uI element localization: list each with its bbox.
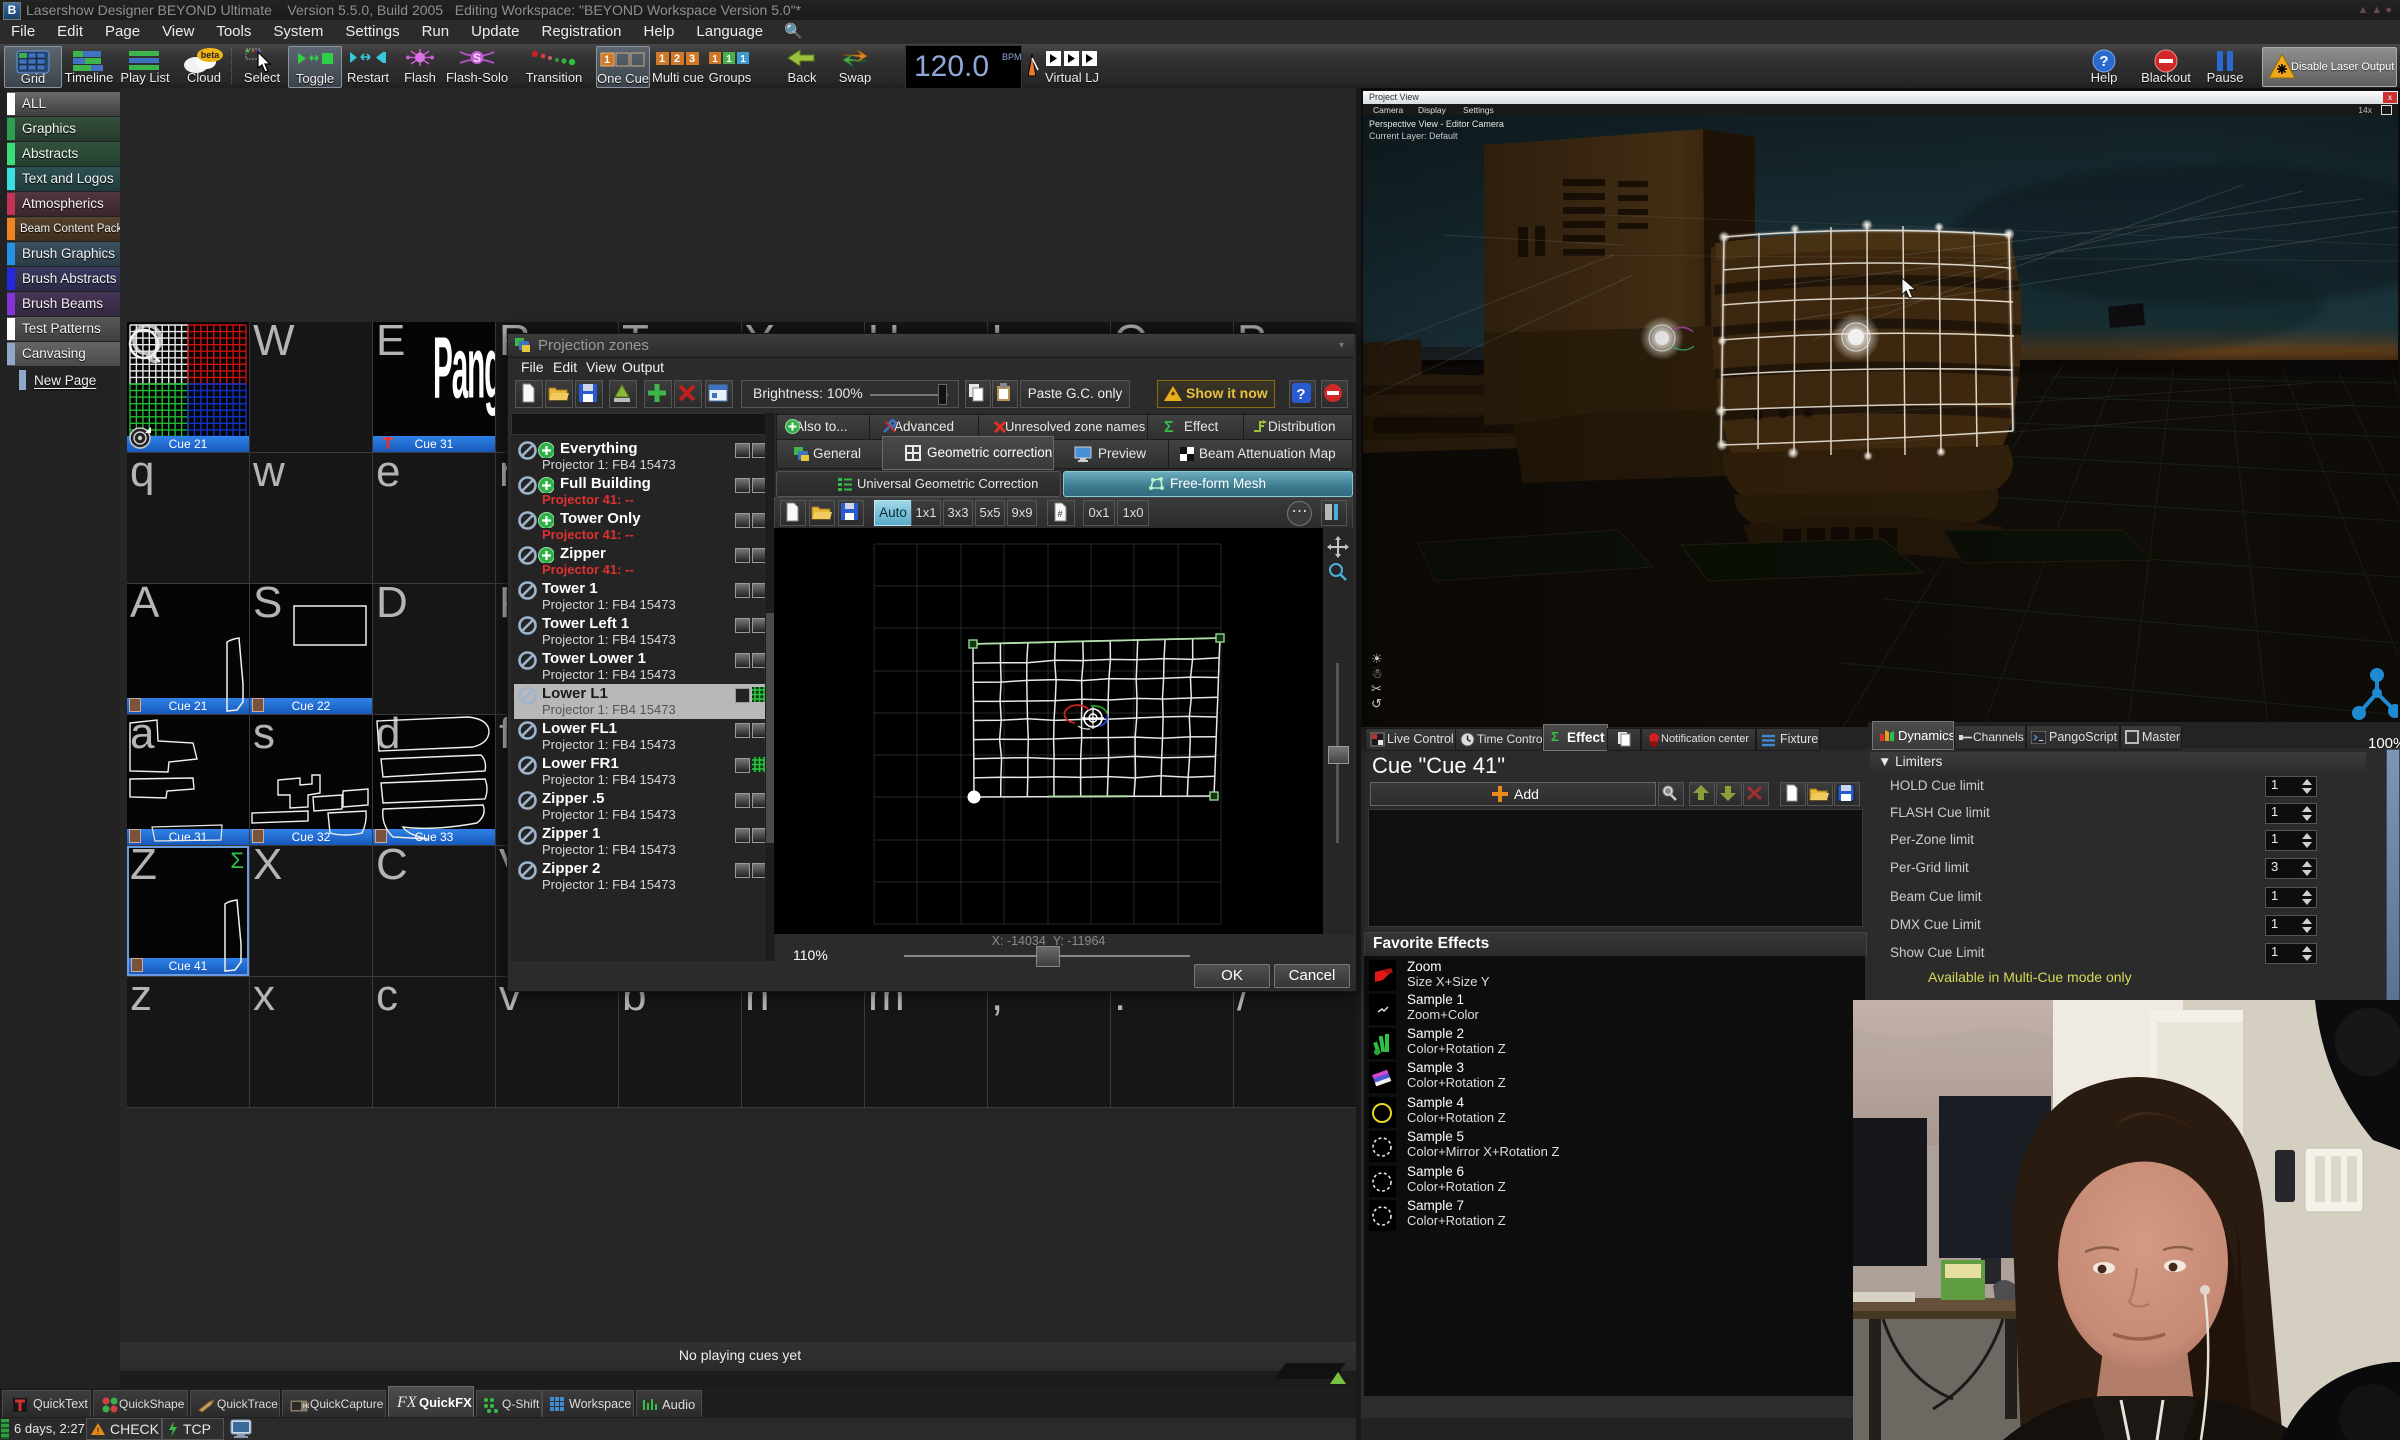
svg-text:FX: FX [396,1394,417,1410]
svg-text:2: 2 [674,53,680,65]
svg-text:1: 1 [604,54,610,66]
svg-text:3: 3 [689,53,695,65]
svg-text:1: 1 [726,54,732,65]
svg-text:!: ! [97,1426,100,1436]
svg-text:beta: beta [201,50,221,60]
svg-text:1: 1 [659,53,665,65]
svg-text:?: ? [2099,53,2108,70]
svg-text:HD: HD [303,1404,309,1410]
svg-text:S: S [473,51,481,65]
svg-text:1: 1 [712,54,718,65]
svg-text:1: 1 [740,54,746,65]
